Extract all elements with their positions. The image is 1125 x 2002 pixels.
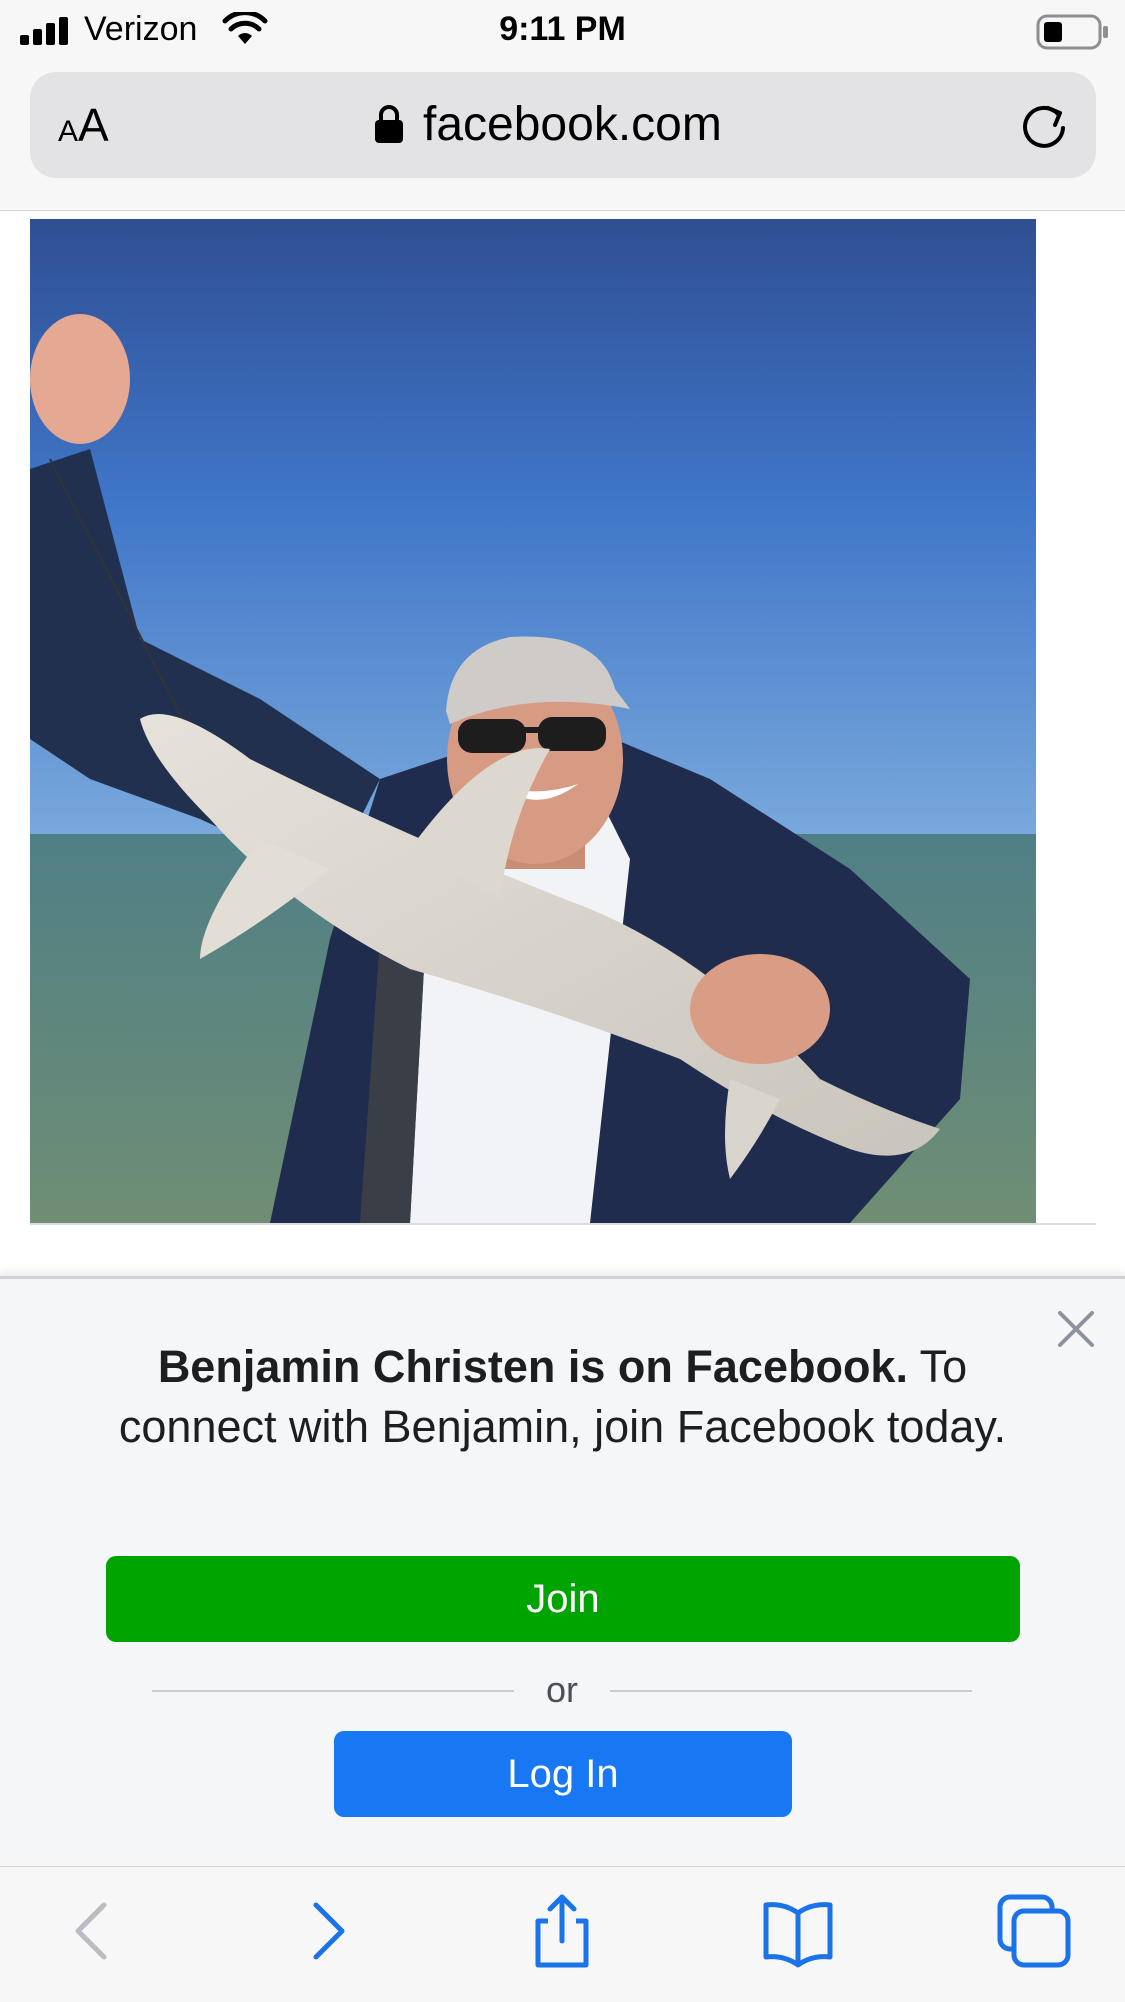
man-holding-shark-photo [30, 219, 1036, 1223]
log-in-button[interactable]: Log In [334, 1731, 792, 1817]
text-size-button[interactable]: AA [58, 98, 109, 152]
join-button[interactable]: Join [106, 1556, 1020, 1642]
join-facebook-sheet: Benjamin Christen is on Facebook. To con… [0, 1276, 1125, 1869]
forward-icon[interactable] [288, 1891, 368, 1971]
profile-photo[interactable] [30, 219, 1036, 1223]
divider [30, 1223, 1096, 1225]
bookmarks-icon[interactable] [758, 1891, 838, 1971]
url-text[interactable]: facebook.com [423, 97, 722, 152]
or-divider: or [152, 1665, 972, 1715]
tabs-icon[interactable] [994, 1891, 1074, 1971]
join-headline: Benjamin Christen is on Facebook. [157, 1341, 908, 1392]
address-bar[interactable]: AA facebook.com [30, 72, 1096, 178]
status-bar: Verizon 9:11 PM [0, 0, 1125, 66]
back-icon[interactable] [52, 1891, 132, 1971]
lock-icon [375, 105, 403, 143]
clock: 9:11 PM [499, 10, 626, 48]
reload-icon[interactable] [1018, 100, 1070, 152]
share-icon[interactable] [522, 1891, 602, 1971]
browser-toolbar [0, 1866, 1125, 2002]
or-line-right [610, 1690, 972, 1692]
join-message: Benjamin Christen is on Facebook. To con… [110, 1337, 1015, 1457]
battery-icon [1036, 14, 1108, 50]
browser-top-bar: AA facebook.com [0, 66, 1125, 211]
close-icon[interactable] [1056, 1309, 1096, 1349]
